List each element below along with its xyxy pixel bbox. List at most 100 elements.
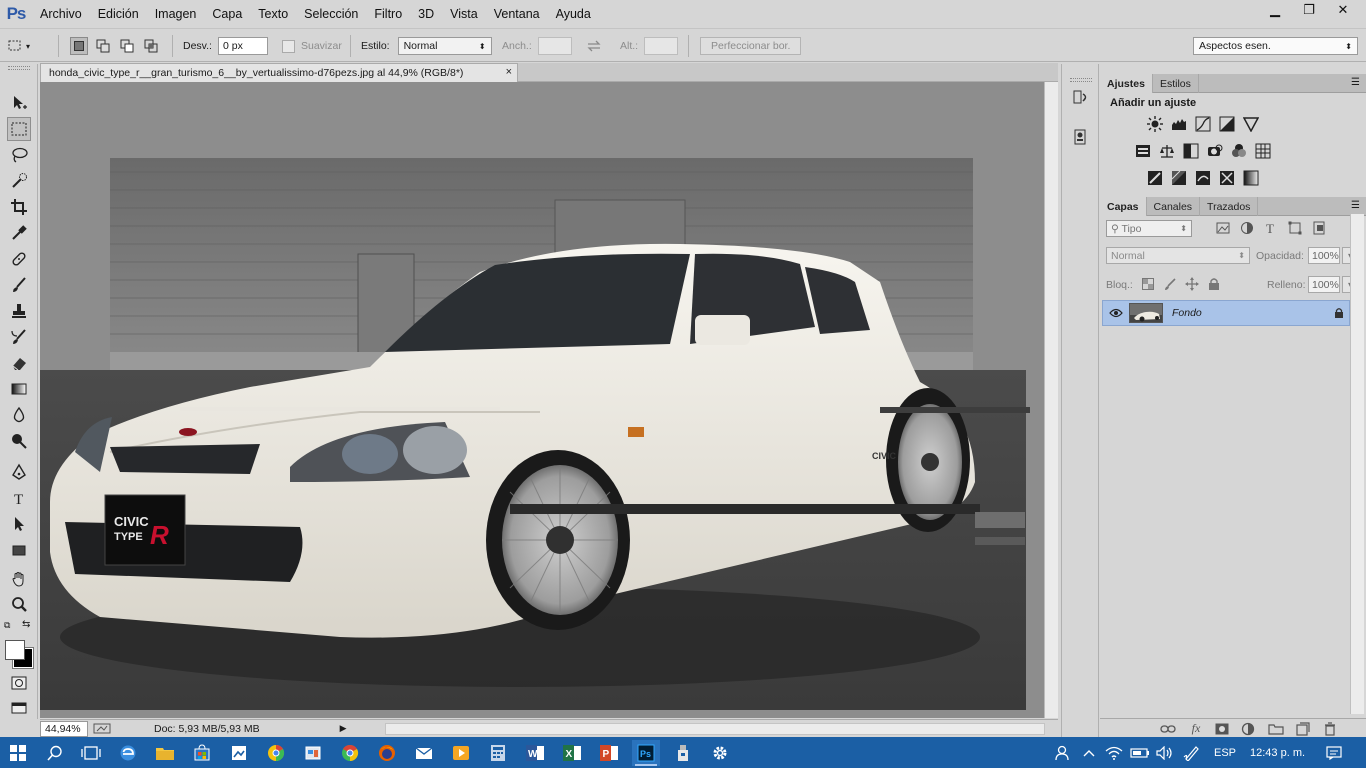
vertical-scrollbar[interactable] — [1044, 82, 1058, 718]
antialias-checkbox[interactable] — [282, 39, 295, 53]
tab-estilos[interactable]: Estilos — [1153, 74, 1199, 93]
zoom-level-input[interactable]: 44,94% — [40, 720, 88, 737]
battery-icon[interactable] — [1128, 740, 1152, 766]
close-tab-icon[interactable]: × — [506, 66, 512, 78]
network-icon[interactable] — [1102, 740, 1126, 766]
delete-layer-icon[interactable] — [1322, 721, 1338, 736]
subtract-selection-icon[interactable] — [118, 37, 136, 55]
minimize-button[interactable]: ▁ — [1260, 0, 1290, 20]
chrome-icon[interactable] — [336, 740, 364, 766]
filter-smart-object-icon[interactable] — [1311, 220, 1327, 236]
photoshop-taskbar-icon[interactable]: Ps — [632, 740, 660, 766]
layer-filter-select[interactable]: ⚲ Tipo ⬍ — [1106, 220, 1192, 237]
filter-shape-icon[interactable] — [1287, 220, 1303, 236]
filter-adjustment-icon[interactable] — [1239, 220, 1255, 236]
close-button[interactable]: ✕ — [1328, 0, 1358, 20]
layer-name[interactable]: Fondo — [1172, 307, 1329, 319]
new-layer-icon[interactable] — [1295, 721, 1311, 736]
workspace-select[interactable]: Aspectos esen. ⬍ — [1193, 37, 1358, 55]
type-tool-icon[interactable]: T — [7, 486, 31, 510]
eyedropper-tool-icon[interactable] — [7, 221, 31, 245]
refine-edge-button[interactable]: Perfeccionar bor. — [700, 37, 802, 55]
link-layers-icon[interactable] — [1160, 721, 1176, 736]
dodge-tool-icon[interactable] — [7, 429, 31, 453]
powerpoint-icon[interactable]: P — [595, 740, 623, 766]
usb-device-icon[interactable] — [669, 740, 697, 766]
panel-menu-icon[interactable]: ☰ — [1351, 77, 1360, 88]
menu-3d[interactable]: 3D — [410, 0, 442, 28]
action-center-icon[interactable] — [1320, 740, 1348, 766]
task-view-icon[interactable] — [77, 740, 105, 766]
history-brush-tool-icon[interactable] — [7, 325, 31, 349]
invert-icon[interactable] — [1146, 169, 1164, 187]
pen-workspace-icon[interactable] — [1179, 740, 1203, 766]
lock-position-icon[interactable] — [1184, 276, 1200, 292]
show-hidden-icons-chevron-icon[interactable] — [1080, 740, 1098, 766]
channel-mixer-icon[interactable] — [1230, 142, 1248, 160]
feather-input[interactable]: 0 px — [217, 37, 268, 55]
photo-filter-icon[interactable] — [1206, 142, 1224, 160]
path-selection-tool-icon[interactable] — [7, 512, 31, 536]
eraser-tool-icon[interactable] — [7, 351, 31, 375]
mail-icon[interactable] — [410, 740, 438, 766]
rectangle-tool-icon[interactable] — [7, 538, 31, 562]
word-icon[interactable]: W — [521, 740, 549, 766]
layers-scrollbar[interactable] — [1350, 214, 1364, 714]
layer-style-fx-icon[interactable]: fx — [1188, 721, 1204, 736]
tab-canales[interactable]: Canales — [1147, 197, 1201, 216]
posterize-icon[interactable] — [1170, 169, 1188, 187]
width-input[interactable] — [537, 37, 572, 55]
visibility-eye-icon[interactable] — [1103, 308, 1129, 318]
store-icon[interactable] — [188, 740, 216, 766]
hue-saturation-icon[interactable] — [1134, 142, 1152, 160]
search-icon[interactable] — [41, 740, 69, 766]
new-group-icon[interactable] — [1268, 721, 1284, 736]
clock-time[interactable]: 12:43 p. m. — [1250, 737, 1305, 768]
hand-tool-icon[interactable] — [7, 567, 31, 591]
quick-mask-icon[interactable] — [7, 671, 31, 695]
curves-icon[interactable] — [1194, 115, 1212, 133]
menu-capa[interactable]: Capa — [204, 0, 250, 28]
status-menu-arrow-icon[interactable]: ▶ — [340, 723, 347, 734]
brightness-contrast-icon[interactable] — [1146, 115, 1164, 133]
healing-brush-tool-icon[interactable] — [7, 247, 31, 271]
intersect-selection-icon[interactable] — [142, 37, 160, 55]
move-tool-icon[interactable] — [7, 91, 31, 115]
calculator-icon[interactable] — [484, 740, 512, 766]
opacity-input[interactable]: 100% — [1308, 247, 1340, 264]
filter-pixel-icon[interactable] — [1215, 220, 1231, 236]
vibrance-icon[interactable] — [1242, 115, 1260, 133]
media-player-icon[interactable] — [447, 740, 475, 766]
style-select[interactable]: Normal ⬍ — [397, 37, 492, 55]
file-explorer-icon[interactable] — [151, 740, 179, 766]
restore-button[interactable]: ❐ — [1294, 0, 1324, 20]
language-indicator[interactable]: ESP — [1214, 737, 1236, 768]
photos-app-icon[interactable] — [225, 740, 253, 766]
excel-icon[interactable]: X — [558, 740, 586, 766]
swap-colors-icon[interactable]: ⇆ — [22, 619, 30, 630]
new-adjustment-layer-icon[interactable] — [1240, 721, 1256, 736]
height-input[interactable] — [644, 37, 679, 55]
color-balance-icon[interactable] — [1158, 142, 1176, 160]
rect-marquee-tool-icon[interactable] — [7, 117, 31, 141]
canvas-area[interactable]: CIVIC TYPE R CIVIC — [40, 82, 1044, 718]
menu-ayuda[interactable]: Ayuda — [548, 0, 599, 28]
gradient-map-icon[interactable] — [1242, 169, 1260, 187]
tab-trazados[interactable]: Trazados — [1200, 197, 1259, 216]
menu-filtro[interactable]: Filtro — [366, 0, 410, 28]
lasso-tool-icon[interactable] — [7, 143, 31, 167]
edge-browser-icon[interactable] — [114, 740, 142, 766]
menu-imagen[interactable]: Imagen — [147, 0, 205, 28]
color-lookup-icon[interactable] — [1254, 142, 1272, 160]
volume-icon[interactable] — [1153, 740, 1177, 766]
crop-tool-icon[interactable] — [7, 195, 31, 219]
fill-input[interactable]: 100% — [1308, 276, 1340, 293]
panel-menu-icon[interactable]: ☰ — [1351, 200, 1360, 211]
menu-edicion[interactable]: Edición — [90, 0, 147, 28]
status-share-icon[interactable] — [88, 723, 116, 734]
menu-seleccion[interactable]: Selección — [296, 0, 366, 28]
people-icon[interactable] — [1048, 740, 1076, 766]
menu-vista[interactable]: Vista — [442, 0, 486, 28]
properties-panel-icon[interactable] — [1070, 126, 1092, 148]
panel-grip[interactable] — [8, 66, 30, 70]
